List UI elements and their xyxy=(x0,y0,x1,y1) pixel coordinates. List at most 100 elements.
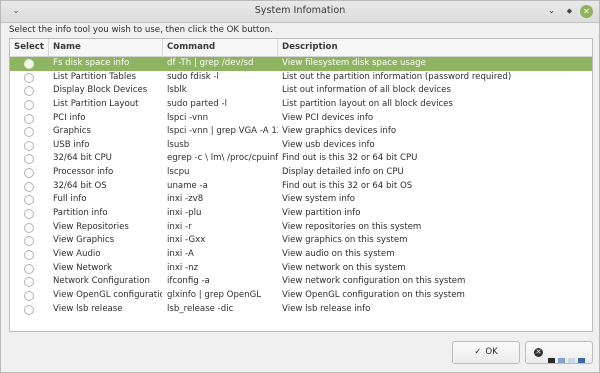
select-radio[interactable] xyxy=(24,277,34,288)
select-cell xyxy=(10,125,49,139)
header-description[interactable]: Description xyxy=(278,39,592,56)
select-cell xyxy=(10,57,49,71)
minimize-icon[interactable]: ⌄ xyxy=(545,5,558,18)
select-cell xyxy=(10,152,49,166)
select-cell xyxy=(10,139,49,153)
table-row[interactable]: Partition info inxi -plu View partition in… xyxy=(10,207,592,221)
row-name: List Partition Tables xyxy=(53,71,136,82)
row-command: egrep -c \ lm\ /proc/cpuinfo xyxy=(167,153,278,164)
select-cell xyxy=(10,207,49,221)
row-name: Fs disk space info xyxy=(53,58,130,68)
select-radio[interactable] xyxy=(24,154,34,165)
row-description: View network configuration on this syste… xyxy=(282,276,466,287)
window-title: System Infomation xyxy=(254,5,346,16)
select-radio[interactable] xyxy=(24,59,34,69)
select-radio[interactable] xyxy=(24,222,34,233)
system-info-window: ⌄ System Infomation ⌄ ◆ ✕ Select the inf… xyxy=(0,0,600,373)
select-radio[interactable] xyxy=(24,195,34,206)
row-name: View Repositories xyxy=(53,221,129,232)
row-description: View graphics devices info xyxy=(282,126,397,137)
row-command: inxi -r xyxy=(167,221,192,232)
select-radio[interactable] xyxy=(24,127,34,138)
select-radio[interactable] xyxy=(24,304,34,315)
table-row[interactable]: List Partition Tables sudo fdisk -l List o… xyxy=(10,71,592,85)
table-row[interactable]: View Graphics inxi -Gxx View graphics on t… xyxy=(10,234,592,248)
table-row[interactable]: 32/64 bit CPU egrep -c \ lm\ /proc/cpuinf… xyxy=(10,152,592,166)
cancel-icon: ✕ xyxy=(534,348,543,357)
table-row[interactable]: View lsb release lsb_release -dic View lsb… xyxy=(10,303,592,317)
color-block xyxy=(568,358,575,363)
table-header: Select Name Command Description xyxy=(10,39,592,57)
table-row[interactable]: List Partition Layout sudo parted -l List … xyxy=(10,98,592,112)
select-radio[interactable] xyxy=(24,72,34,83)
select-radio[interactable] xyxy=(24,263,34,274)
row-command: lspci -vnn xyxy=(167,112,209,123)
table-row[interactable]: Full info inxi -zv8 View system info xyxy=(10,193,592,207)
row-description: View partition info xyxy=(282,208,361,219)
select-radio[interactable] xyxy=(24,209,34,220)
select-cell xyxy=(10,289,49,303)
table-row[interactable]: Display Block Devices lsblk List out infor… xyxy=(10,84,592,98)
table-row[interactable]: View Network inxi -nz View network on this… xyxy=(10,262,592,276)
table-row[interactable]: 32/64 bit OS uname -a Find out is this 32 … xyxy=(10,180,592,194)
ok-button[interactable]: ✓ OK xyxy=(452,341,520,364)
header-name[interactable]: Name xyxy=(49,39,163,56)
select-radio[interactable] xyxy=(24,99,34,110)
row-description: View repositories on this system xyxy=(282,221,422,232)
select-radio[interactable] xyxy=(24,236,34,247)
table-row[interactable]: View Audio inxi -A View audio on this syst… xyxy=(10,248,592,262)
row-description: View lsb release info xyxy=(282,303,371,314)
row-description: View graphics on this system xyxy=(282,235,408,246)
select-radio[interactable] xyxy=(24,86,34,97)
row-name: PCI info xyxy=(53,112,86,123)
row-command: lspci -vnn | grep VGA -A 12 xyxy=(167,126,278,137)
header-command[interactable]: Command xyxy=(163,39,278,56)
select-cell xyxy=(10,303,49,317)
row-description: Display detailed info on CPU xyxy=(282,167,404,178)
check-icon: ✓ xyxy=(474,347,482,357)
row-command: sudo fdisk -l xyxy=(167,71,219,82)
select-cell xyxy=(10,275,49,289)
table-body: Fs disk space info df -Th | grep /dev/sd V… xyxy=(10,57,592,316)
select-radio[interactable] xyxy=(24,181,34,192)
row-name: Graphics xyxy=(53,126,91,137)
select-radio[interactable] xyxy=(24,113,34,124)
maximize-icon[interactable]: ◆ xyxy=(563,5,576,18)
row-description: View OpenGL configuration on this system xyxy=(282,289,465,300)
select-radio[interactable] xyxy=(24,140,34,151)
select-radio[interactable] xyxy=(24,168,34,179)
cancel-button[interactable]: ✕ xyxy=(525,341,593,364)
color-block xyxy=(558,358,565,363)
table-row[interactable]: PCI info lspci -vnn View PCI devices info xyxy=(10,112,592,126)
table-row[interactable]: View OpenGL configuration glxinfo | grep … xyxy=(10,289,592,303)
table-row[interactable]: Graphics lspci -vnn | grep VGA -A 12 View … xyxy=(10,125,592,139)
row-name: List Partition Layout xyxy=(53,98,139,109)
select-cell xyxy=(10,262,49,276)
table-row[interactable]: USB info lsusb View usb devices info xyxy=(10,139,592,153)
select-cell xyxy=(10,166,49,180)
table-row[interactable]: View Repositories inxi -r View repositorie… xyxy=(10,221,592,235)
select-cell xyxy=(10,221,49,235)
row-command: inxi -A xyxy=(167,248,194,259)
row-command: lscpu xyxy=(167,167,190,178)
select-radio[interactable] xyxy=(24,290,34,301)
row-command: uname -a xyxy=(167,180,208,191)
row-name: View Graphics xyxy=(53,235,115,246)
select-radio[interactable] xyxy=(24,249,34,260)
close-icon[interactable]: ✕ xyxy=(580,5,593,18)
row-description: Find out is this 32 or 64 bit CPU xyxy=(282,153,418,164)
row-description: List partition layout on all block devic… xyxy=(282,98,453,109)
table-row[interactable]: Processor info lscpu Display detailed info… xyxy=(10,166,592,180)
table-row[interactable]: Network Configuration ifconfig -a View net… xyxy=(10,275,592,289)
row-command: inxi -Gxx xyxy=(167,235,206,246)
select-cell xyxy=(10,193,49,207)
table-row[interactable]: Fs disk space info df -Th | grep /dev/sd V… xyxy=(10,57,592,71)
tools-table: Select Name Command Description Fs disk … xyxy=(9,38,593,332)
row-command: inxi -zv8 xyxy=(167,194,204,205)
header-select[interactable]: Select xyxy=(10,39,49,56)
select-cell xyxy=(10,84,49,98)
row-command: lsb_release -dic xyxy=(167,303,234,314)
row-command: sudo parted -l xyxy=(167,98,227,109)
row-name: 32/64 bit OS xyxy=(53,180,107,191)
select-cell xyxy=(10,98,49,112)
